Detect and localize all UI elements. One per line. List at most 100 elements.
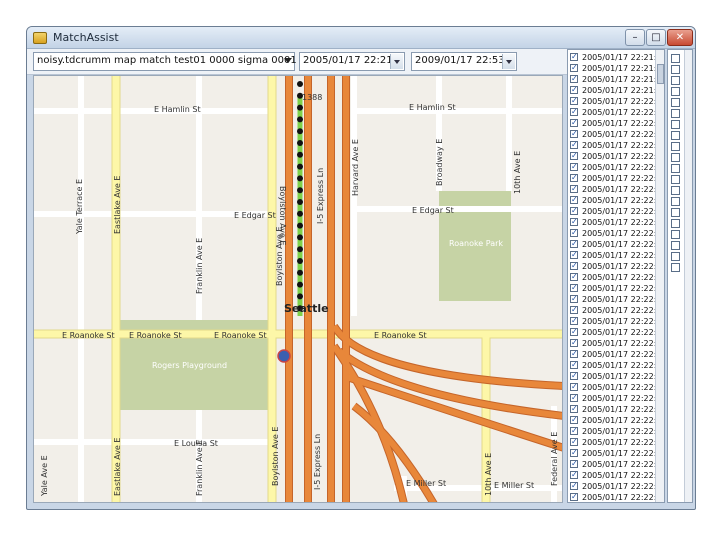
list-item[interactable]: 2005/01/17 22:22: <box>568 469 656 481</box>
checkbox[interactable] <box>671 197 680 206</box>
checkbox[interactable] <box>570 106 578 117</box>
checkbox[interactable] <box>671 241 680 250</box>
list-item[interactable]: 2005/01/17 22:22: <box>568 238 656 250</box>
list-item[interactable]: 2005/01/17 22:22: <box>568 95 656 107</box>
list-item[interactable]: 2005/01/17 22:21: <box>568 62 656 74</box>
checkbox[interactable] <box>671 142 680 151</box>
checkbox[interactable] <box>671 252 680 261</box>
timestamp-list[interactable]: 2005/01/17 22:21: 2005/01/17 22:21: 2005/0… <box>567 49 665 503</box>
checkbox[interactable] <box>671 65 680 74</box>
checkbox[interactable] <box>570 480 578 491</box>
checkbox[interactable] <box>671 98 680 107</box>
list-item[interactable]: 2005/01/17 22:22: <box>568 392 656 404</box>
checkbox[interactable] <box>671 263 680 272</box>
list-item[interactable]: 2005/01/17 22:22: <box>568 150 656 162</box>
secondary-scrollbar[interactable] <box>684 50 692 502</box>
scroll-thumb[interactable] <box>657 64 664 84</box>
checkbox[interactable] <box>570 51 578 62</box>
list-item[interactable]: 2005/01/17 22:22: <box>568 480 656 492</box>
checkbox[interactable] <box>671 164 680 173</box>
checkbox[interactable] <box>570 216 578 227</box>
map-view[interactable]: E Hamlin St E Hamlin St E Edgar St E Edg… <box>33 75 563 503</box>
list-item[interactable]: 2005/01/17 22:22: <box>568 117 656 129</box>
checkbox[interactable] <box>671 175 680 184</box>
list-item[interactable]: 2005/01/17 22:22: <box>568 491 656 502</box>
checkbox[interactable] <box>671 131 680 140</box>
checkbox[interactable] <box>570 128 578 139</box>
checkbox[interactable] <box>570 194 578 205</box>
list-item[interactable]: 2005/01/17 22:22: <box>568 216 656 228</box>
checkbox[interactable] <box>570 172 578 183</box>
checkbox[interactable] <box>570 458 578 469</box>
list-item[interactable]: 2005/01/17 22:22: <box>568 458 656 470</box>
trace-select[interactable]: noisy.tdcrumm map match test01 0000 sigm… <box>33 52 317 71</box>
list-item[interactable]: 2005/01/17 22:22: <box>568 315 656 327</box>
list-item[interactable]: 2005/01/17 22:22: <box>568 205 656 217</box>
checkbox[interactable] <box>570 282 578 293</box>
end-time-picker[interactable]: 2009/01/17 22:53 <box>411 52 517 71</box>
checkbox[interactable] <box>671 109 680 118</box>
list-item[interactable]: 2005/01/17 22:21: <box>568 84 656 96</box>
checkbox[interactable] <box>570 249 578 260</box>
list-item[interactable]: 2005/01/17 22:22: <box>568 128 656 140</box>
list-item[interactable]: 2005/01/17 22:22: <box>568 282 656 294</box>
list-item[interactable]: 2005/01/17 22:22: <box>568 139 656 151</box>
minimize-button[interactable]: – <box>625 29 645 46</box>
start-time-picker[interactable]: 2005/01/17 22:21 <box>299 52 405 71</box>
checkbox[interactable] <box>570 260 578 271</box>
calendar-dropdown-icon[interactable] <box>502 54 515 69</box>
list-item[interactable]: 2005/01/17 22:22: <box>568 326 656 338</box>
list-item[interactable]: 2005/01/17 22:22: <box>568 359 656 371</box>
checkbox[interactable] <box>570 205 578 216</box>
checkbox[interactable] <box>671 153 680 162</box>
list-item[interactable]: 2005/01/17 22:22: <box>568 447 656 459</box>
list-item[interactable]: 2005/01/17 22:22: <box>568 348 656 360</box>
list-item[interactable]: 2005/01/17 22:22: <box>568 172 656 184</box>
list-item[interactable]: 2005/01/17 22:22: <box>568 381 656 393</box>
list-item[interactable]: 2005/01/17 22:22: <box>568 425 656 437</box>
list-item[interactable]: 2005/01/17 22:22: <box>568 161 656 173</box>
close-button[interactable]: ✕ <box>667 29 693 46</box>
checkbox[interactable] <box>570 150 578 161</box>
list-item[interactable]: 2005/01/17 22:22: <box>568 183 656 195</box>
checkbox[interactable] <box>570 73 578 84</box>
checkbox[interactable] <box>570 227 578 238</box>
checkbox[interactable] <box>570 425 578 436</box>
checkbox[interactable] <box>570 161 578 172</box>
list-item[interactable]: 2005/01/17 22:22: <box>568 227 656 239</box>
checkbox[interactable] <box>570 348 578 359</box>
map-canvas[interactable]: E Hamlin St E Hamlin St E Edgar St E Edg… <box>34 76 563 503</box>
checkbox[interactable] <box>570 491 578 502</box>
checkbox[interactable] <box>570 403 578 414</box>
list-item[interactable]: 2005/01/17 22:22: <box>568 293 656 305</box>
list-item[interactable]: 2005/01/17 22:22: <box>568 271 656 283</box>
list-item[interactable]: 2005/01/17 22:22: <box>568 260 656 272</box>
checkbox[interactable] <box>671 219 680 228</box>
checkbox[interactable] <box>570 414 578 425</box>
dropdown-arrow-icon[interactable] <box>284 58 292 63</box>
calendar-dropdown-icon[interactable] <box>390 54 403 69</box>
maximize-button[interactable]: □ <box>646 29 666 46</box>
checkbox[interactable] <box>671 87 680 96</box>
checkbox[interactable] <box>570 95 578 106</box>
checkbox[interactable] <box>671 186 680 195</box>
checkbox[interactable] <box>570 326 578 337</box>
list-item[interactable]: 2005/01/17 22:21: <box>568 73 656 85</box>
list-item[interactable]: 2005/01/17 22:22: <box>568 370 656 382</box>
checkbox[interactable] <box>570 436 578 447</box>
checkbox[interactable] <box>570 447 578 458</box>
checkbox[interactable] <box>570 238 578 249</box>
checkbox[interactable] <box>570 392 578 403</box>
checkbox[interactable] <box>570 315 578 326</box>
checkbox[interactable] <box>570 271 578 282</box>
checkbox[interactable] <box>570 183 578 194</box>
list-item[interactable]: 2005/01/17 22:22: <box>568 304 656 316</box>
checkbox[interactable] <box>570 117 578 128</box>
checkbox[interactable] <box>671 54 680 63</box>
checkbox[interactable] <box>570 370 578 381</box>
checkbox[interactable] <box>570 62 578 73</box>
title-bar[interactable]: MatchAssist – □ ✕ <box>27 27 695 49</box>
checkbox[interactable] <box>570 359 578 370</box>
list-scrollbar[interactable] <box>655 50 664 502</box>
checkbox[interactable] <box>570 139 578 150</box>
